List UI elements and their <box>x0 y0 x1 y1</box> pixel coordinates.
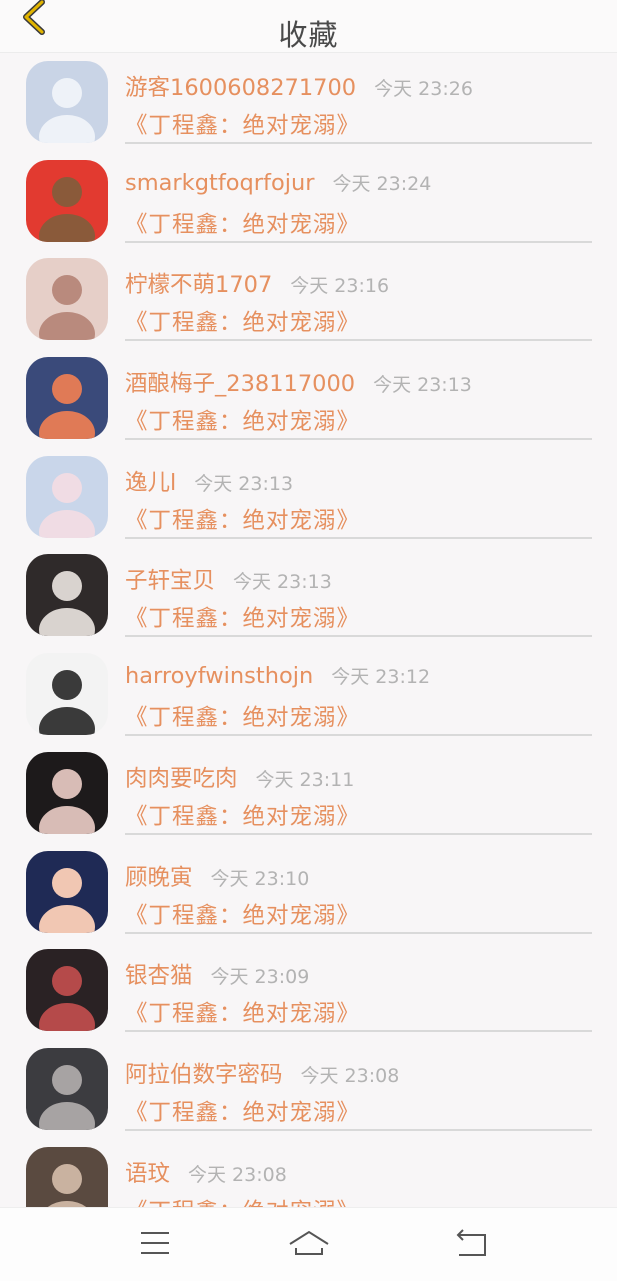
avatar[interactable] <box>26 850 108 933</box>
timestamp: 今天 23:08 <box>188 1163 287 1186</box>
divider <box>125 240 592 243</box>
avatar[interactable] <box>26 258 108 341</box>
user-name: 柠檬不萌1707 <box>125 272 273 299</box>
avatar[interactable] <box>26 159 108 242</box>
list-item[interactable]: 逸儿l 今天 23:13 《丁程鑫：绝对宠溺》 <box>0 448 617 547</box>
timestamp: 今天 23:13 <box>373 374 472 397</box>
favorite-title[interactable]: 《丁程鑫：绝对宠溺》 <box>125 700 360 732</box>
home-icon <box>288 1226 329 1262</box>
list-item[interactable]: 游客1600608271700 今天 23:26 《丁程鑫：绝对宠溺》 <box>0 53 617 152</box>
list-item[interactable]: 语玟今天 23:08 《丁程鑫：绝对宠溺》 <box>0 1139 617 1207</box>
list-item[interactable]: harroyfwinsthojn 今天 23:12 《丁程鑫：绝对宠溺》 <box>0 645 617 744</box>
user-name: smarkgtfoqrfojur <box>125 169 315 196</box>
divider <box>125 1128 592 1131</box>
avatar[interactable] <box>26 949 108 1032</box>
divider <box>125 931 592 934</box>
user-name: 银杏猫 <box>125 963 193 990</box>
user-name: 酒酿梅子_238117000 <box>125 371 356 398</box>
divider <box>125 438 592 441</box>
list-item[interactable]: 银杏猫 今天 23:09 《丁程鑫：绝对宠溺》 <box>0 941 617 1040</box>
user-name: harroyfwinsthojn <box>125 663 314 690</box>
favorite-title[interactable]: 《丁程鑫：绝对宠溺》 <box>125 207 360 239</box>
favorite-title[interactable]: 《丁程鑫：绝对宠溺》 <box>125 503 360 535</box>
list-item[interactable]: 肉肉要吃肉 今天 23:11 《丁程鑫：绝对宠溺》 <box>0 744 617 843</box>
avatar[interactable] <box>26 751 108 834</box>
list-item[interactable]: 顾晚寅 今天 23:10 《丁程鑫：绝对宠溺》 <box>0 843 617 942</box>
user-name: 阿拉伯数字密码 <box>125 1061 283 1088</box>
favorite-title[interactable]: 《丁程鑫：绝对宠溺》 <box>125 108 360 140</box>
divider <box>125 142 592 144</box>
favorite-title[interactable]: 《丁程鑫：绝对宠溺》 <box>125 799 360 831</box>
divider <box>125 339 592 342</box>
divider <box>125 1030 592 1033</box>
list-item[interactable]: 酒酿梅子_238117000 今天 23:13 《丁程鑫：绝对宠溺》 <box>0 349 617 448</box>
header-bar: 收藏 <box>0 0 617 53</box>
divider <box>125 635 592 638</box>
user-name: 子轩宝贝 <box>125 568 216 595</box>
avatar[interactable] <box>26 1146 108 1207</box>
favorites-list: 游客1600608271700 今天 23:26 《丁程鑫：绝对宠溺》 smark… <box>0 53 617 1207</box>
timestamp: 今天 23:24 <box>332 172 432 195</box>
favorite-title[interactable]: 《丁程鑫：绝对宠溺》 <box>125 898 360 930</box>
favorite-title[interactable]: 《丁程鑫：绝对宠溺》 <box>125 1095 360 1127</box>
system-nav-bar <box>0 1207 617 1281</box>
divider <box>125 832 592 835</box>
avatar[interactable] <box>26 1047 108 1130</box>
timestamp: 今天 23:16 <box>290 275 390 298</box>
menu-button[interactable] <box>136 1226 176 1262</box>
timestamp: 今天 23:13 <box>194 472 294 495</box>
timestamp: 今天 23:13 <box>233 571 332 594</box>
avatar[interactable] <box>26 455 108 538</box>
favorite-title[interactable]: 《丁程鑫：绝对宠溺》 <box>125 996 360 1028</box>
user-name: 语玟 <box>125 1160 171 1187</box>
list-item[interactable]: 柠檬不萌1707 今天 23:16 《丁程鑫：绝对宠溺》 <box>0 250 617 349</box>
avatar[interactable] <box>26 357 108 440</box>
user-name: 游客1600608271700 <box>125 75 357 101</box>
timestamp: 今天 23:11 <box>255 768 355 791</box>
user-name: 逸儿l <box>125 469 177 496</box>
list-item[interactable]: smarkgtfoqrfojur 今天 23:24 《丁程鑫：绝对宠溺》 <box>0 152 617 251</box>
return-button[interactable] <box>453 1226 493 1262</box>
favorite-title[interactable]: 《丁程鑫：绝对宠溺》 <box>125 601 360 633</box>
timestamp: 今天 23:26 <box>374 78 473 100</box>
return-icon <box>453 1226 493 1262</box>
user-name: 顾晚寅 <box>125 864 193 891</box>
avatar[interactable] <box>26 653 108 736</box>
user-name: 肉肉要吃肉 <box>125 765 238 792</box>
avatar[interactable] <box>26 61 108 143</box>
divider <box>125 536 592 539</box>
list-item[interactable]: 子轩宝贝 今天 23:13 《丁程鑫：绝对宠溺》 <box>0 546 617 645</box>
page-title: 收藏 <box>278 18 339 52</box>
list-item[interactable]: 阿拉伯数字密码 今天 23:08 《丁程鑫：绝对宠溺》 <box>0 1040 617 1139</box>
menu-icon <box>136 1226 176 1262</box>
timestamp: 今天 23:10 <box>210 867 310 890</box>
favorite-title[interactable]: 《丁程鑫：绝对宠溺》 <box>125 305 360 337</box>
favorite-title[interactable]: 《丁程鑫：绝对宠溺》 <box>125 1194 360 1207</box>
avatar[interactable] <box>26 554 108 637</box>
divider <box>125 734 592 737</box>
favorite-title[interactable]: 《丁程鑫：绝对宠溺》 <box>125 404 360 436</box>
timestamp: 今天 23:08 <box>300 1064 400 1087</box>
home-button[interactable] <box>288 1226 329 1262</box>
timestamp: 今天 23:09 <box>210 966 310 989</box>
timestamp: 今天 23:12 <box>331 666 431 689</box>
